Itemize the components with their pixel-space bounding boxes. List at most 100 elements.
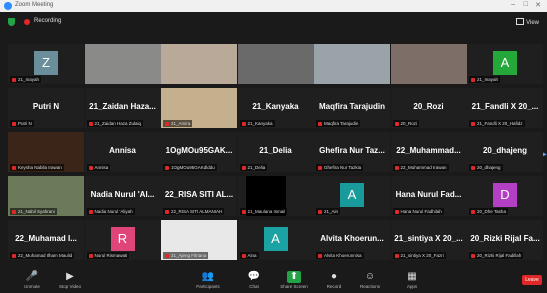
participant-label: Aina: [239, 252, 259, 259]
participants-icon: 👥: [201, 271, 215, 282]
participant-label: 22_RISA SITI ALMANIAH: [163, 208, 225, 215]
participant-tile[interactable]: 21_Amira: [161, 88, 237, 128]
toolbar-label: Chat: [249, 284, 259, 289]
participant-tile[interactable]: 20_Rozi 20_Rozi: [390, 88, 467, 128]
stop-video-button[interactable]: ▶ Stop Video: [48, 271, 92, 289]
muted-mic-icon: [88, 165, 93, 170]
participant-tile[interactable]: Keysha Nabila Irawan: [8, 132, 84, 172]
zoom-app: Zoom Meeting – □ ✕ Recording View ◀ ▶ Z2…: [0, 0, 547, 293]
participant-tile[interactable]: Annisa Annisa: [84, 132, 161, 172]
muted-mic-icon: [165, 209, 169, 214]
participant-tile[interactable]: [161, 44, 237, 84]
participant-label: 21_Delia: [239, 164, 268, 171]
participant-label: Keysha Nabila Irawan: [10, 164, 64, 171]
participant-tile[interactable]: A 21_Ain: [314, 176, 390, 216]
participant-tile[interactable]: 1OgMOu95GAK... 1OgMOu95GAKdlddu: [161, 132, 237, 172]
participant-avatar: A: [263, 227, 288, 251]
title-bar: Zoom Meeting – □ ✕: [0, 0, 547, 12]
participant-tile[interactable]: [237, 44, 314, 84]
participant-label: Hana Nurul Fadhilah: [392, 208, 444, 215]
participant-label-text: Ghefira Nur Tazkia: [324, 165, 362, 170]
participant-tile[interactable]: Maqfira Tarajudin Maqfira Tarajudin: [314, 88, 390, 128]
muted-mic-icon: [241, 209, 246, 214]
participant-avatar: R: [110, 227, 135, 251]
participant-tile[interactable]: [84, 44, 161, 84]
participant-label-text: Alvita Khoerunnisa: [324, 253, 362, 258]
participant-label-text: 21_Nabil Syahrani: [18, 209, 55, 214]
close-button[interactable]: ✕: [535, 1, 541, 9]
participant-label: 22_Muhammad Irawan: [392, 164, 449, 171]
participant-video: [390, 44, 467, 84]
participant-tile[interactable]: 22_RISA SITI AL... 22_RISA SITI ALMANIAH: [161, 176, 237, 216]
participant-tile[interactable]: Nadia Nurul 'Al... Nadia Nurul 'Aliyah: [84, 176, 161, 216]
participant-name: Nadia Nurul 'Al...: [90, 190, 155, 199]
participant-label-text: Maqfira Tarajudin: [324, 121, 359, 126]
participant-label-text: Putri N: [18, 121, 32, 126]
participant-label-text: Hana Nurul Fadhilah: [400, 209, 442, 214]
minimize-button[interactable]: –: [511, 1, 515, 8]
participant-tile[interactable]: [314, 44, 390, 84]
participant-name: Putri N: [32, 102, 60, 111]
participant-tile[interactable]: 21_Maulana Ismail: [237, 176, 314, 216]
apps-icon: ▦: [407, 271, 417, 282]
muted-mic-icon: [394, 209, 399, 214]
muted-mic-icon: [318, 253, 322, 258]
participant-tile[interactable]: D 20_Dhe Tasha: [467, 176, 543, 216]
participant-label-text: 20_dhajeng: [477, 165, 501, 170]
participant-name: 21_Zaidan Haza...: [89, 102, 156, 111]
maximize-button[interactable]: □: [524, 1, 528, 8]
share-screen-button[interactable]: ⬆ Share Screen: [272, 271, 316, 289]
security-shield-icon[interactable]: [8, 18, 15, 26]
participant-tile[interactable]: 20_dhajeng 20_dhajeng: [467, 132, 543, 172]
muted-mic-icon: [318, 209, 322, 214]
muted-mic-icon: [88, 253, 93, 258]
participant-video: [314, 44, 390, 84]
participant-label-text: 21_sintiya X 20_Fazri: [400, 253, 444, 258]
participant-tile[interactable]: 21_sintiya X 20_... 21_sintiya X 20_Fazri: [390, 220, 467, 260]
participant-tile[interactable]: Z 21_Inayah: [8, 44, 84, 84]
participant-tile[interactable]: 21_Ajeng Fitriana: [161, 220, 237, 260]
participant-tile[interactable]: 21_Fandli X 20_... 21_Fandli X 20_Hafidz: [467, 88, 543, 128]
participant-tile[interactable]: [390, 44, 467, 84]
chat-button[interactable]: 💬 Chat: [232, 271, 276, 289]
participant-name: 21_Delia: [259, 146, 292, 155]
participant-tile[interactable]: 20_Rizki Rijal Fa... 20_Rizki Rijal Fadil…: [467, 220, 543, 260]
participant-tile[interactable]: Alvita Khoerun... Alvita Khoerunnisa: [314, 220, 390, 260]
participant-tile[interactable]: A 21_Inayah: [467, 44, 543, 84]
participant-label: Maqfira Tarajudin: [316, 120, 361, 127]
participant-tile[interactable]: Ghefira Nur Taz... Ghefira Nur Tazkia: [314, 132, 390, 172]
reactions-button[interactable]: ☺ Reactions: [348, 271, 392, 289]
view-button[interactable]: View: [516, 18, 539, 26]
muted-mic-icon: [471, 165, 475, 170]
participant-tile[interactable]: A Aina: [237, 220, 314, 260]
participant-label: Ghefira Nur Tazkia: [316, 164, 364, 171]
view-label: View: [526, 20, 539, 26]
participant-tile[interactable]: Hana Nurul Fad... Hana Nurul Fadhilah: [390, 176, 467, 216]
participant-tile[interactable]: 22_Muhamad I... 22_Muhamad Ilham Maulid: [8, 220, 84, 260]
participant-tile[interactable]: Putri N Putri N: [8, 88, 84, 128]
participant-label: Nurul Rismawati: [86, 252, 130, 259]
participant-name: 21_Kanyaka: [252, 102, 299, 111]
participant-label-text: 21_Kanyaka: [247, 121, 273, 126]
participant-label: 21_Nabil Syahrani: [10, 208, 57, 215]
grid-view-icon: [516, 18, 525, 25]
leave-button[interactable]: Leave: [522, 275, 542, 285]
participants-button[interactable]: 👥 Participants: [186, 271, 230, 289]
participant-tile[interactable]: 21_Kanyaka 21_Kanyaka: [237, 88, 314, 128]
participant-tile[interactable]: 22_Muhammad... 22_Muhammad Irawan: [390, 132, 467, 172]
participant-tile[interactable]: 21_Nabil Syahrani: [8, 176, 84, 216]
participant-tile[interactable]: R Nurul Rismawati: [84, 220, 161, 260]
participant-label: Annisa: [86, 164, 111, 171]
apps-button[interactable]: ▦ Apps: [390, 271, 434, 289]
participant-label: Alvita Khoerunnisa: [316, 252, 364, 259]
recording-icon: [24, 19, 30, 25]
participant-tile[interactable]: 21_Zaidan Haza... 21_Zaidan Haza Zulaiq: [84, 88, 161, 128]
reactions-icon: ☺: [364, 271, 376, 282]
chat-icon: 💬: [247, 271, 261, 282]
participant-tile[interactable]: 21_Delia 21_Delia: [237, 132, 314, 172]
muted-mic-icon: [165, 121, 169, 126]
participant-label-text: Nadia Nurul 'Aliyah: [94, 209, 133, 214]
participant-video: [237, 44, 314, 84]
muted-mic-icon: [241, 165, 246, 170]
muted-mic-icon: [165, 165, 169, 170]
